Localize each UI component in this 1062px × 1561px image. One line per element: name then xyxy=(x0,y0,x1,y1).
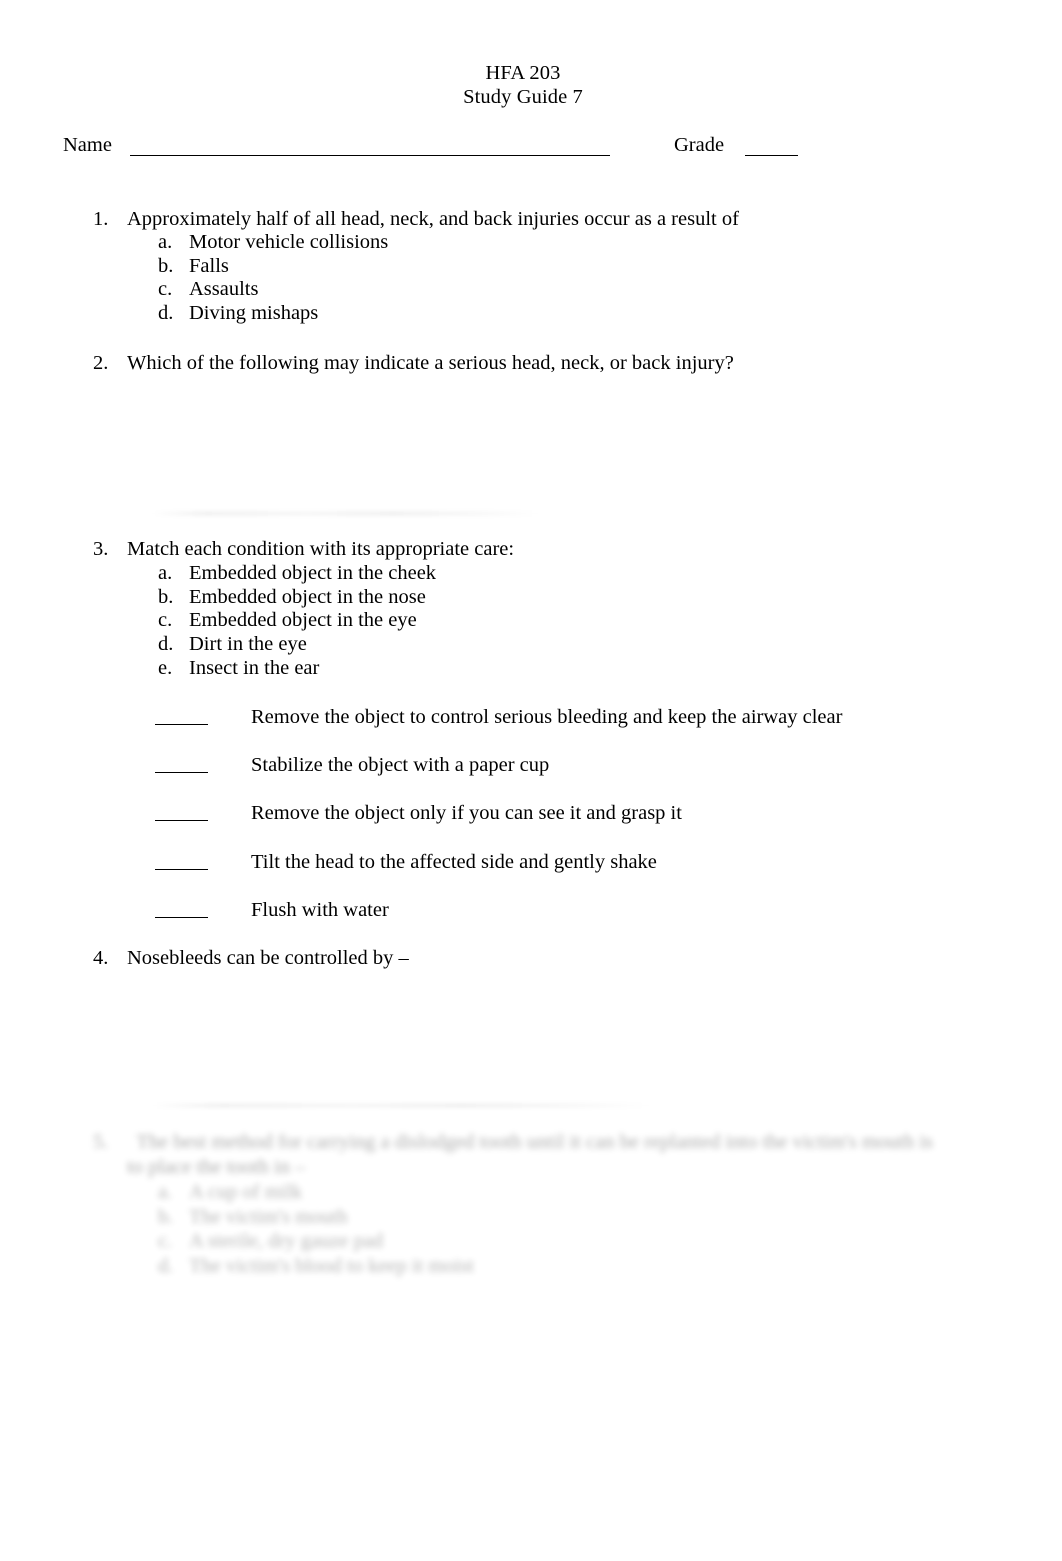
faded-question-5-option-c: c. A sterile, dry gauze pad xyxy=(158,1229,1062,1254)
name-label: Name xyxy=(63,134,112,156)
matching-blank[interactable] xyxy=(155,724,208,725)
document-page: HFA 203 Study Guide 7 Name Grade 1. Appr… xyxy=(0,0,1062,1561)
name-grade-row: Name Grade xyxy=(0,133,1062,161)
matching-blank[interactable] xyxy=(155,772,208,773)
faded-content-region-1 xyxy=(152,512,540,515)
option-text: Embedded object in the eye xyxy=(189,609,417,631)
faded-question-5-number: 5. xyxy=(93,1131,109,1153)
option-letter: c. xyxy=(158,609,173,631)
faded-question-5-text-line2: to place the tooth in – xyxy=(127,1156,306,1178)
option-text: Embedded object in the cheek xyxy=(189,562,437,584)
option-letter: a. xyxy=(158,231,173,253)
question-3-number: 3. xyxy=(93,538,109,560)
grade-label: Grade xyxy=(674,134,725,156)
option-text: A sterile, dry gauze pad xyxy=(189,1230,384,1252)
question-2-text: Which of the following may indicate a se… xyxy=(127,352,734,374)
option-letter: c. xyxy=(158,278,173,300)
option-letter: c. xyxy=(158,1230,173,1252)
matching-text: Stabilize the object with a paper cup xyxy=(251,754,550,776)
option-text: Assaults xyxy=(189,278,259,300)
matching-text: Flush with water xyxy=(251,899,389,921)
option-letter: d. xyxy=(158,1254,174,1277)
option-text: A cup of milk xyxy=(189,1181,303,1203)
faded-question-5-option-d: d. The victim's blood to keep it moist xyxy=(158,1254,1062,1279)
question-3-text: Match each condition with its appropriat… xyxy=(127,538,515,560)
option-letter: d. xyxy=(158,633,174,655)
faded-question-5-option-a: a. A cup of milk xyxy=(158,1180,1062,1205)
question-1-text: Approximately half of all head, neck, an… xyxy=(127,208,739,230)
option-text: Embedded object in the nose xyxy=(189,586,426,608)
question-4-number: 4. xyxy=(93,947,109,969)
course-code: HFA 203 xyxy=(485,62,561,84)
grade-input-line[interactable] xyxy=(745,155,798,156)
option-letter: a. xyxy=(158,562,173,584)
name-input-line[interactable] xyxy=(130,155,610,156)
study-guide-number: Study Guide 7 xyxy=(463,85,583,108)
matching-blank[interactable] xyxy=(155,869,208,870)
matching-text: Remove the object to control serious ble… xyxy=(251,706,843,728)
question-1-number: 1. xyxy=(93,208,109,230)
question-4-text: Nosebleeds can be controlled by – xyxy=(127,947,409,969)
matching-text: Remove the object only if you can see it… xyxy=(251,802,682,824)
faded-question-5-line1: 5. The best method for carrying a dislod… xyxy=(93,1130,1023,1155)
question-2-number: 2. xyxy=(93,352,109,374)
matching-text: Tilt the head to the affected side and g… xyxy=(251,851,657,873)
option-letter: b. xyxy=(158,586,174,608)
faded-question-5-text-line1: The best method for carrying a dislodged… xyxy=(136,1131,934,1153)
matching-blank[interactable] xyxy=(155,917,208,918)
faded-question-5-option-b: b. The victim's mouth xyxy=(158,1205,1062,1230)
option-letter: d. xyxy=(158,302,174,324)
faded-content-region-2 xyxy=(152,1104,652,1107)
option-letter: e. xyxy=(158,657,173,679)
option-letter: b. xyxy=(158,255,174,277)
document-title: HFA 203 Study Guide 7 xyxy=(0,62,1046,109)
option-letter: a. xyxy=(158,1181,173,1203)
option-text: Motor vehicle collisions xyxy=(189,231,389,253)
option-text: Insect in the ear xyxy=(189,657,320,679)
faded-question-5: 5. The best method for carrying a dislod… xyxy=(93,1130,1023,1278)
option-letter: b. xyxy=(158,1205,174,1228)
option-text: Diving mishaps xyxy=(189,302,319,324)
option-text: The victim's mouth xyxy=(189,1205,348,1228)
matching-blank[interactable] xyxy=(155,820,208,821)
option-text: The victim's blood to keep it moist xyxy=(189,1254,474,1277)
option-text: Dirt in the eye xyxy=(189,633,307,655)
option-text: Falls xyxy=(189,255,229,277)
